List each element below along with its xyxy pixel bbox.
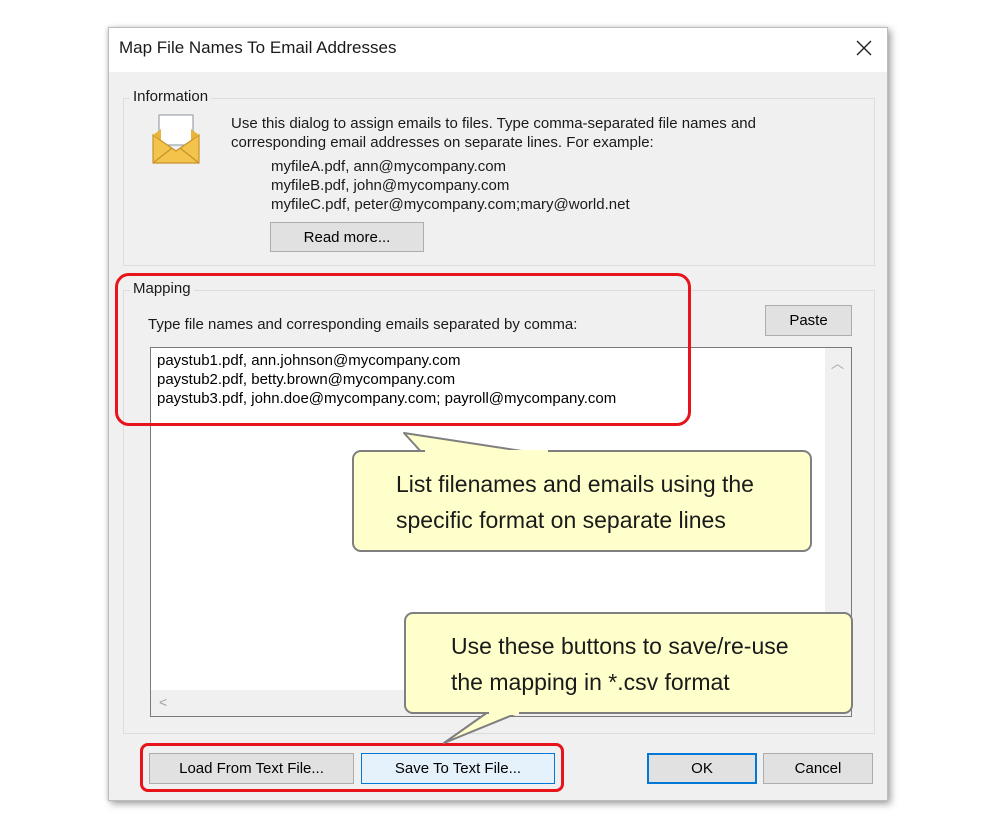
callout-tail (489, 711, 519, 715)
